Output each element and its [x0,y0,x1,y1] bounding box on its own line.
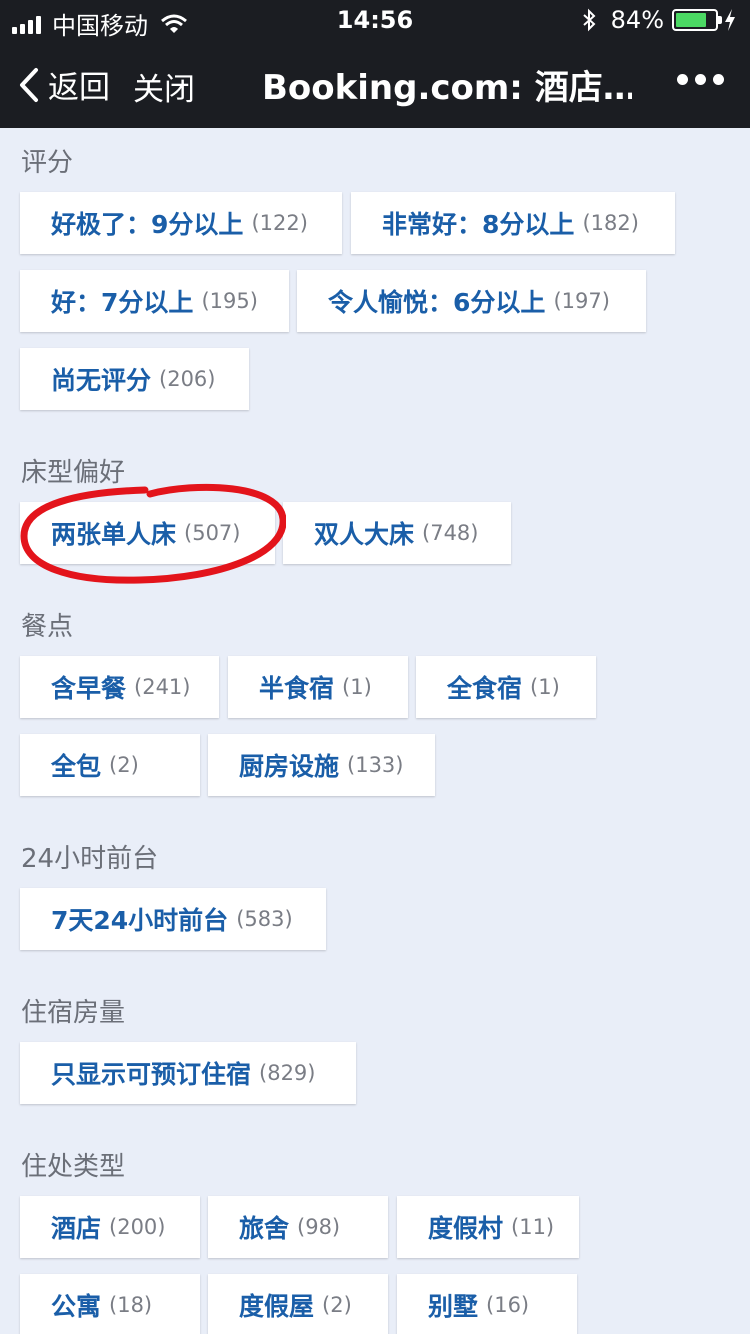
chip-score: 9 [151,210,169,239]
more-menu-icon[interactable] [670,74,724,85]
filter-chip-rating-8[interactable]: 非常好：8分以上 (182) [351,192,675,254]
page-title: Booking.com: 酒店… [262,68,632,108]
chevron-left-icon [20,67,38,102]
status-bar: 中国移动 14:56 84% [0,0,750,40]
filter-chip-twin-beds[interactable]: 两张单人床 (507) [20,502,275,564]
chip-count: (1) [342,675,372,699]
chip-score: 7 [101,288,119,317]
chip-label: 尚无评分 [51,366,152,395]
chip-label: 别墅 [428,1292,479,1321]
filter-chip-all-inclusive[interactable]: 全包 (2) [20,734,200,796]
filter-chip-breakfast[interactable]: 含早餐 (241) [20,656,219,718]
filter-chip-full-board[interactable]: 全食宿 (1) [416,656,596,718]
close-button[interactable]: 关闭 [133,64,195,109]
chip-count: (197) [553,289,610,313]
back-button[interactable]: 返回 [18,62,110,107]
chip-label: 旅舍 [239,1214,290,1243]
filter-chip-rating-6[interactable]: 令人愉悦：6分以上 (197) [297,270,646,332]
battery-percent: 84% [610,6,664,34]
chip-score: 6 [453,288,471,317]
chip-count: (1) [530,675,560,699]
chip-count: (18) [109,1293,153,1317]
filter-chip-rating-9[interactable]: 好极了：9分以上 (122) [20,192,342,254]
filter-chip-apartment[interactable]: 公寓 (18) [20,1274,200,1334]
section-title-availability: 住宿房量 [21,998,126,1028]
chip-label: 酒店 [51,1214,102,1243]
chip-count: (2) [322,1293,352,1317]
filter-chip-resort[interactable]: 度假村 (11) [397,1196,579,1258]
filter-chip-holiday-home[interactable]: 度假屋 (2) [208,1274,388,1334]
chip-count: (182) [582,211,639,235]
chip-count: (748) [422,521,479,545]
chip-label: 全食宿 [447,674,523,703]
section-title-rating: 评分 [21,148,74,178]
nav-bar: 返回 关闭 Booking.com: 酒店… [0,40,750,128]
top-bar: 中国移动 14:56 84% 返回 关闭 Booking.com: 酒店… [0,0,750,128]
chip-count: (195) [201,289,258,313]
back-label: 返回 [48,70,110,106]
chip-label: 度假屋 [239,1292,315,1321]
chip-count: (2) [109,753,139,777]
chip-label: 7天24小时前台 [51,906,229,935]
bluetooth-icon [582,8,596,32]
filter-chip-no-rating[interactable]: 尚无评分 (206) [20,348,249,410]
chip-label-suffix: 分以上 [499,210,575,239]
section-title-meals: 餐点 [21,612,74,642]
chip-label: 度假村 [428,1214,504,1243]
filter-chip-24h-desk[interactable]: 7天24小时前台 (583) [20,888,326,950]
section-title-property-type: 住处类型 [21,1152,126,1182]
filter-chip-double-bed[interactable]: 双人大床 (748) [283,502,511,564]
filter-chip-hotel[interactable]: 酒店 (200) [20,1196,200,1258]
chip-label: 好极了： [51,210,152,239]
filter-chip-hostel[interactable]: 旅舍 (98) [208,1196,388,1258]
chip-count: (98) [297,1215,341,1239]
chip-count: (829) [259,1061,316,1085]
chip-count: (133) [347,753,404,777]
chip-label: 公寓 [51,1292,102,1321]
chip-label: 好： [51,288,102,317]
filter-chip-half-board[interactable]: 半食宿 (1) [228,656,408,718]
battery-icon [672,9,722,31]
section-title-front-desk: 24小时前台 [21,844,159,874]
filter-chip-available-only[interactable]: 只显示可预订住宿 (829) [20,1042,356,1104]
chip-label: 令人愉悦： [328,288,454,317]
chip-label: 厨房设施 [239,752,340,781]
chip-label: 含早餐 [51,674,127,703]
filter-chip-kitchen[interactable]: 厨房设施 (133) [208,734,435,796]
chip-count: (16) [486,1293,530,1317]
chip-count: (241) [134,675,191,699]
chip-count: (200) [109,1215,166,1239]
chip-label: 双人大床 [314,520,415,549]
chip-count: (507) [184,521,241,545]
charging-bolt-icon [725,9,735,31]
chip-label: 半食宿 [259,674,335,703]
chip-label-suffix: 分以上 [168,210,244,239]
chip-label: 只显示可预订住宿 [51,1060,252,1089]
chip-label: 全包 [51,752,102,781]
chip-count: (206) [159,367,216,391]
chip-label-suffix: 分以上 [470,288,546,317]
chip-label-suffix: 分以上 [118,288,194,317]
chip-count: (122) [251,211,308,235]
chip-count: (583) [236,907,293,931]
chip-label: 非常好： [382,210,483,239]
section-title-bed: 床型偏好 [21,458,126,488]
chip-label: 两张单人床 [51,520,177,549]
filter-chip-rating-7[interactable]: 好：7分以上 (195) [20,270,289,332]
filter-chip-villa[interactable]: 别墅 (16) [397,1274,577,1334]
chip-score: 8 [482,210,500,239]
chip-count: (11) [511,1215,555,1239]
